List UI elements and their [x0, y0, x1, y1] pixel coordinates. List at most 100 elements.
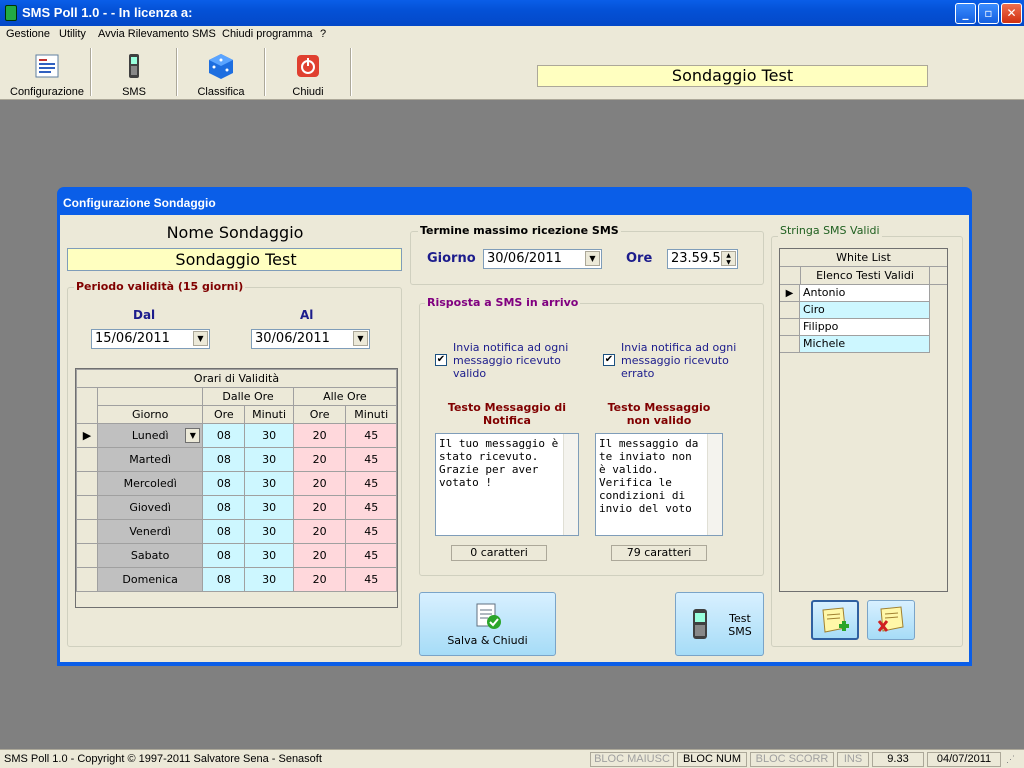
minute-cell[interactable]: 45 — [345, 471, 397, 496]
test-sms-label: Test SMS — [728, 612, 752, 638]
minute-cell[interactable]: 45 — [345, 567, 397, 592]
hour-cell[interactable]: 20 — [292, 543, 347, 568]
spin-updown-icon[interactable]: ▲ ▼ — [721, 251, 736, 266]
from-hours-header: Dalle Ore — [202, 387, 294, 406]
deadline-day-label: Giorno — [427, 251, 476, 266]
hour-cell[interactable]: 20 — [292, 423, 347, 448]
whitelist-item[interactable]: Antonio — [800, 285, 930, 302]
minimize-button[interactable]: _ — [955, 3, 976, 24]
hour-cell[interactable]: 08 — [202, 471, 246, 496]
day-cell[interactable]: Sabato — [97, 543, 204, 568]
deadline-time-input[interactable]: 23.59.5 ▲ ▼ — [667, 249, 738, 269]
hour-cell[interactable]: 20 — [292, 495, 347, 520]
toolbar-configurazione-button[interactable]: Configurazione — [6, 48, 88, 100]
minute-cell[interactable]: 30 — [244, 567, 294, 592]
maximize-button[interactable]: ▫ — [978, 3, 999, 24]
minute-cell[interactable]: 30 — [244, 447, 294, 472]
menu-help[interactable]: ? — [320, 28, 326, 40]
chevron-down-icon[interactable]: ▼ — [193, 331, 208, 346]
minute-cell[interactable]: 30 — [244, 495, 294, 520]
whitelist-title: White List — [780, 249, 947, 267]
day-cell[interactable]: Mercoledì — [97, 471, 204, 496]
toolbar-classifica-button[interactable]: Classifica — [182, 48, 260, 100]
save-close-button[interactable]: Salva & Chiudi — [419, 592, 556, 656]
hour-cell[interactable]: 20 — [292, 519, 347, 544]
notify-invalid-checkbox[interactable]: ✔ — [603, 354, 615, 366]
table-row[interactable]: Martedì 08 30 20 45 — [75, 447, 397, 472]
status-bar: SMS Poll 1.0 - Copyright © 1997-2011 Sal… — [0, 749, 1024, 768]
toolbar-separator — [264, 48, 266, 96]
menu-avvia-rilevamento[interactable]: Avvia Rilevamento SMS — [98, 28, 216, 40]
resize-grip-icon[interactable]: ⋰ — [1006, 754, 1020, 768]
poll-name-label: Nome Sondaggio — [166, 223, 304, 242]
toolbar-sms-button[interactable]: SMS — [96, 48, 172, 100]
list-item[interactable]: Michele — [780, 336, 947, 353]
dialog-title: Configurazione Sondaggio — [63, 196, 216, 210]
minute-cell[interactable]: 30 — [244, 543, 294, 568]
hour-cell[interactable]: 08 — [202, 423, 246, 448]
scrollbar[interactable] — [563, 434, 578, 535]
whitelist-item[interactable]: Ciro — [800, 302, 930, 319]
minute-cell[interactable]: 30 — [244, 519, 294, 544]
col-hour-header: Ore — [202, 405, 246, 424]
list-item[interactable]: Ciro — [780, 302, 947, 319]
day-cell[interactable]: Giovedì — [97, 495, 204, 520]
chevron-down-icon[interactable]: ▼ — [585, 251, 600, 266]
hour-cell[interactable]: 08 — [202, 495, 246, 520]
poll-name-input[interactable]: Sondaggio Test — [67, 248, 402, 271]
reply-label: Risposta a SMS in arrivo — [425, 296, 581, 309]
char-count-invalid: 79 caratteri — [611, 545, 707, 561]
table-row[interactable]: Venerdì 08 30 20 45 — [75, 519, 397, 544]
table-row[interactable]: Mercoledì 08 30 20 45 — [75, 471, 397, 496]
to-date-picker[interactable]: 30/06/2011 ▼ — [251, 329, 370, 349]
minute-cell[interactable]: 45 — [345, 519, 397, 544]
from-date-picker[interactable]: 15/06/2011 ▼ — [91, 329, 210, 349]
hour-cell[interactable]: 20 — [292, 567, 347, 592]
hour-cell[interactable]: 08 — [202, 447, 246, 472]
deadline-date-picker[interactable]: 30/06/2011 ▼ — [483, 249, 602, 269]
test-sms-button[interactable]: Test SMS — [675, 592, 764, 656]
chevron-down-icon[interactable]: ▼ — [185, 428, 201, 443]
day-cell[interactable]: Venerdì — [97, 519, 204, 544]
toolbar-chiudi-button[interactable]: Chiudi — [270, 48, 346, 100]
deadline-date-value: 30/06/2011 — [487, 251, 562, 266]
whitelist-item[interactable]: Michele — [800, 336, 930, 353]
clock-date: 04/07/2011 — [927, 752, 1001, 767]
minute-cell[interactable]: 45 — [345, 447, 397, 472]
table-row[interactable]: Domenica 08 30 20 45 — [75, 567, 397, 592]
power-icon — [297, 55, 319, 77]
minute-cell[interactable]: 30 — [244, 471, 294, 496]
minute-cell[interactable]: 45 — [345, 423, 397, 448]
hour-cell[interactable]: 08 — [202, 543, 246, 568]
whitelist-item[interactable]: Filippo — [800, 319, 930, 336]
table-row[interactable]: Giovedì 08 30 20 45 — [75, 495, 397, 520]
hour-cell[interactable]: 20 — [292, 471, 347, 496]
list-item[interactable]: ▶ Antonio — [780, 285, 947, 302]
add-item-button[interactable] — [811, 600, 859, 640]
menu-utility[interactable]: Utility — [59, 28, 86, 40]
menu-chiudi-programma[interactable]: Chiudi programma — [222, 28, 312, 40]
num-lock-indicator: BLOC NUM — [677, 752, 747, 767]
list-item[interactable]: Filippo — [780, 319, 947, 336]
hour-cell[interactable]: 08 — [202, 567, 246, 592]
caps-lock-indicator: BLOC MAIUSC — [590, 752, 674, 767]
hour-cell[interactable]: 20 — [292, 447, 347, 472]
minute-cell[interactable]: 45 — [345, 495, 397, 520]
day-cell[interactable]: Domenica — [97, 567, 204, 592]
row-pointer-icon: ▶ — [780, 285, 800, 302]
table-row[interactable]: Sabato 08 30 20 45 — [75, 543, 397, 568]
msg-valid-textarea[interactable]: Il tuo messaggio è stato ricevuto. Grazi… — [435, 433, 579, 536]
chevron-down-icon[interactable]: ▼ — [353, 331, 368, 346]
delete-item-button[interactable] — [867, 600, 915, 640]
day-cell[interactable]: Lunedì ▼ — [97, 423, 204, 448]
day-cell[interactable]: Martedì — [97, 447, 204, 472]
notify-valid-checkbox[interactable]: ✔ — [435, 354, 447, 366]
menu-gestione[interactable]: Gestione — [6, 28, 50, 40]
minute-cell[interactable]: 45 — [345, 543, 397, 568]
table-row[interactable]: ▶ Lunedì ▼ 08 30 20 45 — [75, 423, 397, 448]
close-button[interactable]: ✕ — [1001, 3, 1022, 24]
hour-cell[interactable]: 08 — [202, 519, 246, 544]
minute-cell[interactable]: 30 — [244, 423, 294, 448]
msg-invalid-textarea[interactable]: Il messaggio da te inviato non è valido.… — [595, 433, 723, 536]
scrollbar[interactable] — [707, 434, 722, 535]
